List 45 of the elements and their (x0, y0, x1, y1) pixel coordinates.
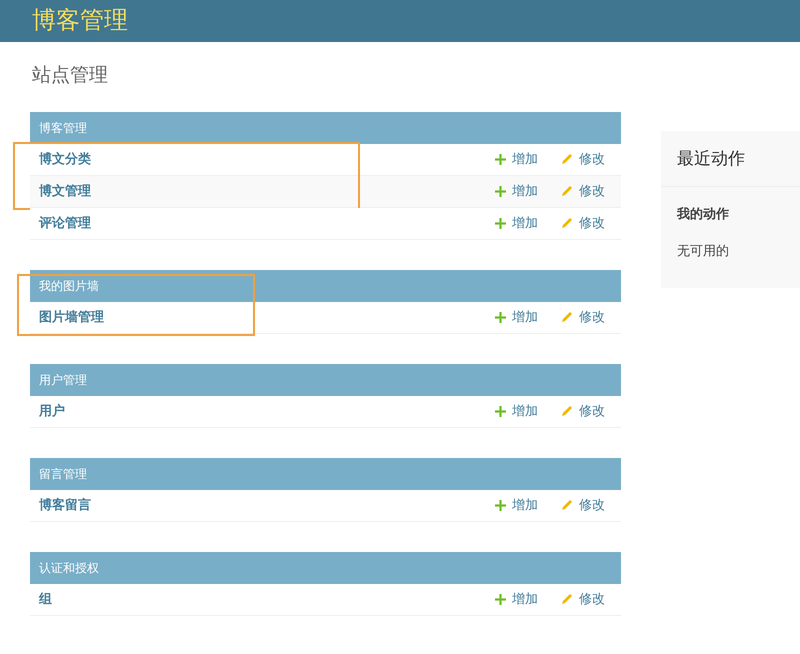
plus-icon (495, 594, 506, 604)
add-link[interactable]: 增加 (495, 181, 538, 201)
model-link[interactable]: 图片墙管理 (39, 307, 104, 327)
add-link[interactable]: 增加 (495, 401, 538, 421)
change-link[interactable]: 修改 (561, 589, 605, 609)
model-link[interactable]: 博文管理 (39, 181, 91, 201)
plus-icon (495, 154, 506, 164)
module-caption: 我的图片墙 (30, 270, 621, 302)
pencil-icon (561, 217, 573, 229)
pencil-icon (561, 593, 573, 605)
plus-icon (495, 500, 506, 510)
module-caption: 认证和授权 (30, 552, 621, 584)
page-title: 站点管理 (31, 64, 109, 88)
change-link[interactable]: 修改 (561, 213, 605, 233)
pencil-icon (561, 405, 573, 417)
module-caption: 用户管理 (30, 364, 621, 396)
pencil-icon (561, 499, 573, 511)
module-caption: 博客管理 (30, 112, 621, 144)
add-link[interactable]: 增加 (495, 149, 538, 169)
change-link[interactable]: 修改 (561, 149, 605, 169)
pencil-icon (561, 185, 573, 197)
change-link[interactable]: 修改 (561, 307, 605, 327)
model-link[interactable]: 评论管理 (39, 213, 91, 233)
plus-icon (495, 186, 506, 196)
add-link[interactable]: 增加 (495, 589, 538, 609)
panel-subtitle: 我的动作 (677, 205, 730, 223)
change-link[interactable]: 修改 (561, 181, 605, 201)
add-link[interactable]: 增加 (495, 213, 538, 233)
module-caption: 留言管理 (30, 458, 621, 490)
add-link[interactable]: 增加 (495, 495, 538, 515)
plus-icon (495, 312, 506, 322)
site-title[interactable]: 博客管理 (32, 3, 128, 39)
model-link[interactable]: 博文分类 (39, 149, 91, 169)
plus-icon (495, 406, 506, 416)
empty-message: 无可用的 (677, 242, 730, 260)
model-link[interactable]: 用户 (39, 401, 65, 421)
model-link[interactable]: 博客留言 (39, 495, 91, 515)
pencil-icon (561, 311, 573, 323)
change-link[interactable]: 修改 (561, 401, 605, 421)
panel-title: 最近动作 (677, 148, 745, 170)
pencil-icon (561, 153, 573, 165)
change-link[interactable]: 修改 (561, 495, 605, 515)
add-link[interactable]: 增加 (495, 307, 538, 327)
plus-icon (495, 218, 506, 228)
model-link[interactable]: 组 (39, 589, 52, 609)
